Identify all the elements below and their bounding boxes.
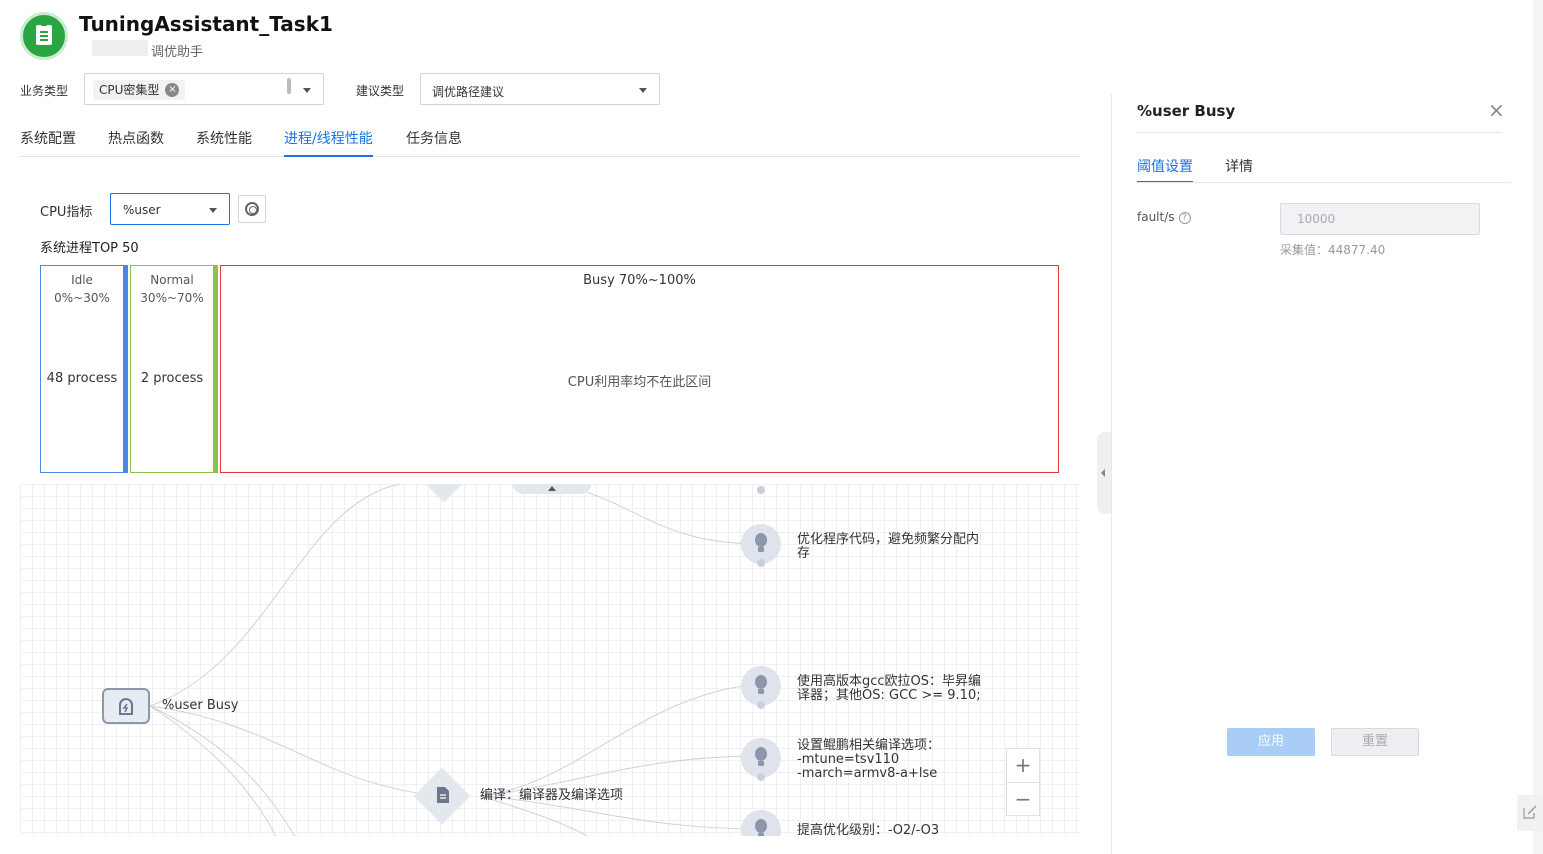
- root-node[interactable]: [102, 688, 150, 724]
- suggestion-text-1: 优化程序代码，避免频繁分配内 存: [797, 533, 979, 561]
- tab-hot-functions[interactable]: 热点函数: [108, 128, 164, 157]
- feedback-button[interactable]: [1517, 795, 1543, 831]
- chevron-down-icon: [303, 88, 311, 93]
- fault-field-label-text: fault/s: [1137, 210, 1175, 224]
- tab-task-info[interactable]: 任务信息: [406, 128, 462, 157]
- panel-collapse-handle[interactable]: [1097, 432, 1111, 514]
- redacted-text: [92, 40, 148, 56]
- idle-accent-bar: [123, 265, 128, 473]
- normal-name: Normal: [150, 273, 194, 287]
- business-type-tag: CPU密集型 ×: [93, 80, 186, 100]
- business-type-select[interactable]: CPU密集型 ×: [84, 73, 324, 105]
- cpu-metric-label: CPU指标: [40, 205, 93, 220]
- idle-name: Idle: [71, 273, 93, 287]
- busy-name: Busy 70%~100%: [583, 273, 696, 288]
- busy-empty-text: CPU利用率均不在此区间: [567, 375, 712, 390]
- settings-button[interactable]: [238, 195, 266, 223]
- compile-node-label: 编译：编译器及编译选项: [480, 788, 624, 803]
- close-icon[interactable]: ×: [1488, 98, 1505, 122]
- suggestion-type-select[interactable]: 调优路径建议: [420, 73, 660, 105]
- graph-node-dot: [757, 773, 765, 781]
- gear-icon: [245, 202, 259, 216]
- normal-bucket[interactable]: Normal 30%~70% 2 process: [130, 265, 214, 473]
- fault-field-label: fault/s?: [1137, 210, 1191, 224]
- tuning-path-graph[interactable]: %user Busy 编译：编译器及编译选项 优化程序代码，避免频繁分配内 存 …: [20, 484, 1080, 836]
- cpu-metric-select[interactable]: %user: [110, 193, 230, 225]
- tab-process-thread-performance[interactable]: 进程/线程性能: [284, 128, 373, 157]
- suggestion-2-line-2: 译器；其他OS: GCC >= 9.10;: [797, 688, 981, 703]
- lightbulb-icon[interactable]: [741, 524, 781, 564]
- chevron-down-icon: [209, 208, 217, 213]
- graph-node-dot: [757, 701, 765, 709]
- normal-range: 30%~70%: [140, 291, 204, 305]
- detail-panel: %user Busy × 阈值设置 详情 fault/s? 10000 采集值：…: [1111, 94, 1533, 854]
- app-logo-icon: [20, 12, 68, 60]
- suggestion-3-line-2: -mtune=tsv110: [797, 752, 900, 767]
- business-type-label: 业务类型: [20, 84, 69, 98]
- chevron-down-icon: [639, 88, 647, 93]
- suggestion-1-line-1: 优化程序代码，避免频繁分配内: [797, 532, 980, 547]
- idle-bucket[interactable]: Idle 0%~30% 48 process: [40, 265, 124, 473]
- edit-icon: [1523, 805, 1537, 819]
- graph-node-dot: [757, 486, 765, 494]
- zoom-in-button[interactable]: +: [1007, 749, 1039, 783]
- suggestion-4-line-1: 提高优化级别：-O2/-O3: [797, 823, 940, 837]
- tab-details[interactable]: 详情: [1225, 156, 1253, 183]
- idle-range: 0%~30%: [54, 291, 110, 305]
- section-title: 系统进程TOP 50: [40, 241, 139, 256]
- suggestion-type-value: 调优路径建议: [432, 85, 505, 99]
- page-subtitle: 调优助手: [151, 45, 204, 60]
- page-title: TuningAssistant_Task1: [79, 12, 333, 36]
- panel-title: %user Busy: [1137, 102, 1236, 120]
- apply-button[interactable]: 应用: [1227, 728, 1315, 756]
- collected-value: 采集值：44877.40: [1280, 243, 1386, 257]
- divider: [1136, 132, 1502, 133]
- zoom-controls: + −: [1006, 748, 1040, 816]
- tab-threshold-settings[interactable]: 阈值设置: [1137, 156, 1193, 183]
- busy-bucket[interactable]: Busy 70%~100% CPU利用率均不在此区间: [220, 265, 1059, 473]
- root-node-label: %user Busy: [162, 698, 239, 713]
- tab-system-config[interactable]: 系统配置: [20, 128, 76, 157]
- scrollbar[interactable]: [1533, 0, 1543, 854]
- normal-accent-bar: [213, 265, 218, 473]
- suggestion-3-line-1: 设置鲲鹏相关编译选项：: [797, 738, 941, 753]
- fault-threshold-input[interactable]: 10000: [1280, 203, 1480, 235]
- tag-remove-icon[interactable]: ×: [165, 83, 180, 97]
- divider: [1136, 182, 1510, 183]
- idle-count: 48 process: [46, 371, 118, 386]
- lightbulb-icon[interactable]: [741, 738, 781, 778]
- graph-node-collapsed[interactable]: [512, 484, 592, 494]
- chevron-up-icon: [548, 486, 556, 491]
- reset-button[interactable]: 重置: [1331, 728, 1419, 756]
- cpu-metric-value: %user: [123, 203, 161, 217]
- graph-node-dot: [757, 559, 765, 567]
- lightbulb-icon[interactable]: [741, 666, 781, 706]
- suggestion-text-4: 提高优化级别：-O2/-O3: [797, 823, 940, 837]
- tab-system-performance[interactable]: 系统性能: [196, 128, 252, 157]
- zoom-out-button[interactable]: −: [1007, 783, 1039, 817]
- normal-count: 2 process: [140, 371, 204, 386]
- suggestion-3-line-3: -march=armv8-a+lse: [797, 766, 938, 781]
- main-tabs: 系统配置 热点函数 系统性能 进程/线程性能 任务信息: [20, 128, 1080, 157]
- suggestion-text-2: 使用高版本gcc欧拉OS：毕昇编 译器；其他OS: GCC >= 9.10;: [797, 675, 981, 703]
- scrollbar-handle[interactable]: [287, 78, 291, 94]
- business-type-tag-label: CPU密集型: [99, 83, 160, 97]
- help-icon[interactable]: ?: [1178, 211, 1191, 224]
- suggestion-2-line-1: 使用高版本gcc欧拉OS：毕昇编: [797, 674, 982, 689]
- document-icon: [437, 787, 449, 803]
- alarm-icon: [119, 698, 133, 715]
- suggestion-1-line-2: 存: [797, 546, 811, 561]
- suggestion-text-3: 设置鲲鹏相关编译选项： -mtune=tsv110 -march=armv8-a…: [797, 739, 940, 781]
- suggestion-type-label: 建议类型: [356, 84, 405, 98]
